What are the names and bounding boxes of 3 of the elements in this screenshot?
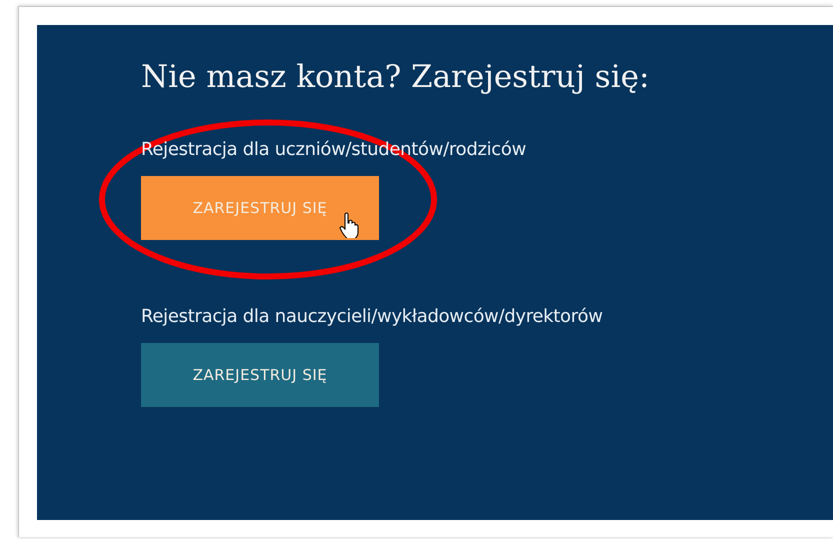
heading: Nie masz konta? Zarejestruj się: — [141, 59, 650, 95]
registration-label: Rejestracja dla nauczycieli/wykładowców/dyrektorów — [141, 306, 603, 327]
register-button[interactable]: ZAREJESTRUJ SIĘ — [141, 343, 379, 407]
